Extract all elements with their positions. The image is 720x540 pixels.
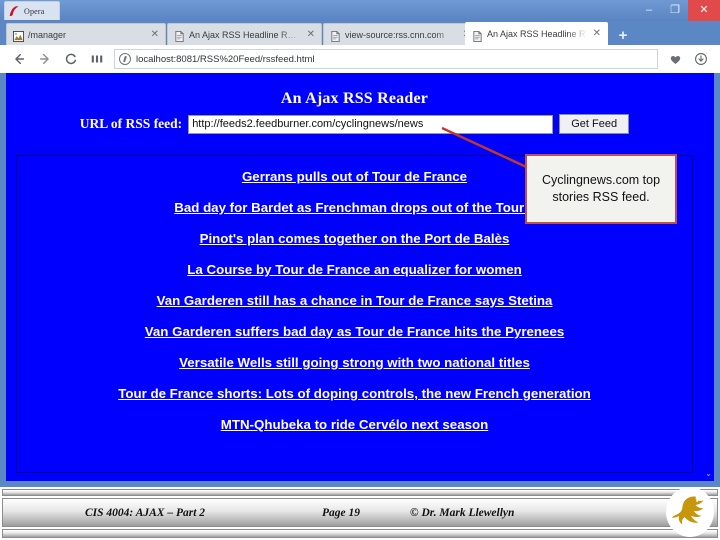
page-favicon-icon [472, 29, 483, 42]
window-maximize-button[interactable]: ❐ [662, 0, 688, 21]
footer-decor-bar-bottom [2, 529, 718, 538]
headline-link[interactable]: Van Garderen suffers bad day as Tour de … [35, 324, 674, 340]
footer-copyright: © Dr. Mark Llewellyn [410, 506, 515, 519]
tab-close-icon[interactable]: ✕ [591, 29, 603, 39]
tab-manager[interactable]: /manager ✕ [6, 23, 166, 45]
headline-link[interactable]: La Course by Tour de France an equalizer… [35, 262, 674, 278]
tab-strip: /manager ✕ An Ajax RSS Headline R… ✕ vie… [0, 21, 720, 45]
address-text: localhost:8081/RSS%20Feed/rssfeed.html [136, 53, 315, 65]
page-favicon-icon [174, 29, 185, 42]
page-viewport: An Ajax RSS Reader URL of RSS feed: http… [6, 73, 714, 481]
headline-link[interactable]: Van Garderen still has a chance in Tour … [35, 293, 674, 309]
navigation-bar: localhost:8081/RSS%20Feed/rssfeed.html [0, 45, 720, 73]
opera-app-chip[interactable]: Opera [4, 1, 60, 20]
tab-view-source-rss-cnn[interactable]: view-source:rss.cnn.com ✕ [323, 23, 478, 45]
new-tab-button[interactable]: + [612, 25, 634, 45]
tab-label: view-source:rss.cnn.com [345, 29, 445, 40]
tab-close-icon[interactable]: ✕ [305, 29, 317, 40]
ucf-pegasus-logo-icon [666, 487, 714, 537]
footer-row: CIS 4004: AJAX – Part 2 Page 19 © Dr. Ma… [0, 498, 716, 527]
browser-window: Opera – ❐ ✕ /manager ✕ An Ajax RSS Headl… [0, 0, 720, 487]
forward-arrow-icon[interactable] [32, 46, 58, 72]
opera-logo-icon [8, 5, 21, 18]
back-arrow-icon[interactable] [6, 46, 32, 72]
tab-label: /manager [28, 29, 67, 40]
footer-page-number: Page 19 [322, 506, 361, 519]
page-favicon-icon [330, 29, 341, 42]
window-close-button[interactable]: ✕ [688, 0, 720, 21]
footer-course-label: CIS 4004: AJAX – Part 2 [85, 506, 206, 519]
headline-link[interactable]: Pinot's plan comes together on the Port … [35, 231, 674, 247]
rss-feed-form: URL of RSS feed: http://feeds2.feedburne… [6, 114, 703, 134]
heart-icon[interactable] [662, 46, 688, 72]
slide: Opera – ❐ ✕ /manager ✕ An Ajax RSS Headl… [0, 0, 720, 540]
feed-url-label: URL of RSS feed: [79, 116, 183, 131]
callout-text: Cyclingnews.com top stories RSS feed. [541, 173, 661, 204]
sidebar-toggle-icon[interactable] [84, 46, 110, 72]
reload-icon[interactable] [58, 46, 84, 72]
page-scrollbar[interactable]: ⌄ [703, 73, 714, 481]
download-icon[interactable] [688, 46, 714, 72]
tab-label: An Ajax RSS Headline R… [487, 29, 587, 39]
headline-link[interactable]: Tour de France shorts: Lots of doping co… [35, 386, 674, 402]
image-favicon-icon [13, 29, 24, 42]
window-minimize-button[interactable]: – [636, 0, 662, 21]
tab-label: An Ajax RSS Headline R… [189, 29, 297, 40]
callout-box: Cyclingnews.com top stories RSS feed. [525, 154, 677, 224]
scroll-down-arrow-icon[interactable]: ⌄ [705, 470, 712, 481]
opera-chip-label: Opera [24, 6, 45, 16]
tab-ajax-rss-headline-1[interactable]: An Ajax RSS Headline R… ✕ [167, 23, 322, 45]
page-title: An Ajax RSS Reader [280, 89, 429, 107]
slide-footer: CIS 4004: AJAX – Part 2 Page 19 © Dr. Ma… [0, 487, 720, 540]
headline-link[interactable]: Versatile Wells still going strong with … [35, 355, 674, 371]
tab-ajax-rss-headline-2[interactable]: An Ajax RSS Headline R… ✕ [465, 22, 608, 45]
feed-url-input[interactable]: http://feeds2.feedburner.com/cyclingnews… [188, 114, 554, 134]
tab-close-icon[interactable]: ✕ [149, 29, 161, 40]
footer-decor-bar-top [2, 489, 718, 496]
title-bar: Opera – ❐ ✕ [0, 0, 720, 21]
headline-link[interactable]: MTN-Qhubeka to ride Cervélo next season [35, 417, 674, 433]
site-info-icon[interactable] [119, 53, 131, 65]
get-feed-button[interactable]: Get Feed [559, 114, 630, 134]
address-bar[interactable]: localhost:8081/RSS%20Feed/rssfeed.html [114, 49, 658, 69]
